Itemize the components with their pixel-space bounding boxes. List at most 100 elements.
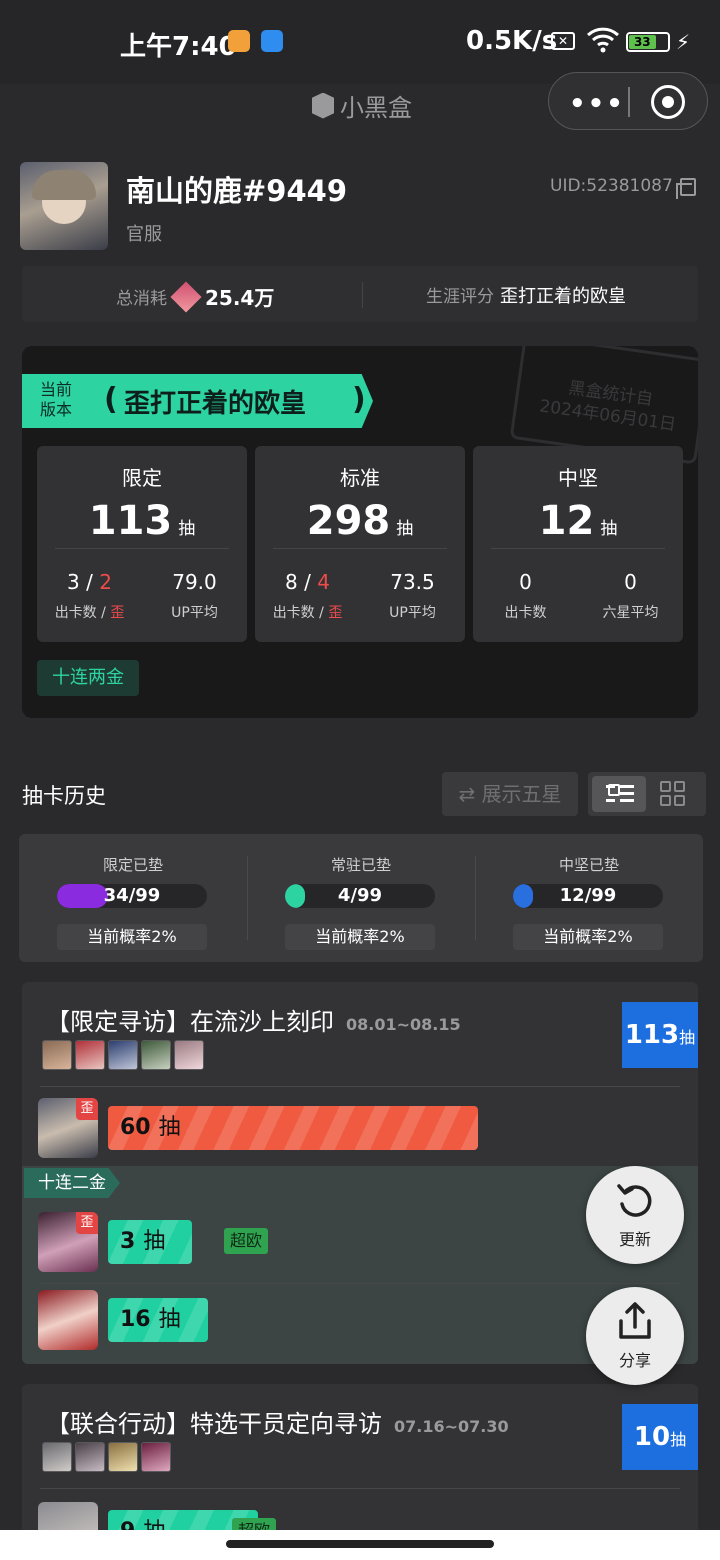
pity-rate: 当前概率2%: [285, 924, 435, 950]
share-label: 分享: [618, 1351, 651, 1370]
banner-name: 【限定寻访】在流沙上刻印: [46, 1008, 334, 1036]
up-average-label: UP平均: [389, 605, 436, 621]
pull-unit: 抽: [158, 1307, 181, 1332]
operator-icon[interactable]: [141, 1040, 171, 1070]
total-spend-value: 25.4万: [205, 286, 275, 310]
cards-count: 8: [285, 570, 298, 594]
pull-unit: 抽: [679, 1028, 696, 1047]
view-toggle: [588, 772, 706, 816]
banner-total-value: 113: [624, 1020, 680, 1050]
pity-value: 12/99: [559, 885, 617, 906]
more-icon[interactable]: •••: [569, 89, 625, 119]
charging-icon: ⚡: [676, 30, 691, 54]
pull-unit: 抽: [178, 519, 196, 539]
operator-icon[interactable]: [42, 1040, 72, 1070]
version-tag: 当前 版本: [22, 374, 90, 428]
summary-bar: 总消耗 25.4万 生涯评分 歪打正着的欧皇: [22, 266, 698, 322]
pull-count-bar: 60 抽: [108, 1106, 478, 1150]
operator-icon[interactable]: [174, 1040, 204, 1070]
operator-icon[interactable]: [108, 1040, 138, 1070]
orundum-icon: [170, 280, 202, 313]
close-miniprogram-icon[interactable]: [651, 85, 685, 119]
banner-name: 【联合行动】特选干员定向寻访: [46, 1410, 382, 1438]
pity-progress: 4/99: [285, 884, 435, 908]
sim-off-icon: ✕: [551, 32, 575, 50]
share-icon: [619, 1302, 651, 1339]
cards-label-text: 出卡数: [54, 605, 97, 621]
operator-avatar: [38, 1290, 98, 1350]
pool-name: 限定: [122, 466, 162, 490]
operator-icon[interactable]: [42, 1442, 72, 1472]
operator-icon[interactable]: [75, 1442, 105, 1472]
show-five-star-button[interactable]: ⇄ 展示五星: [442, 772, 578, 816]
achievement-badge: 十连两金: [37, 660, 139, 696]
banner-title: 【联合行动】特选干员定向寻访 07.16~07.30: [46, 1404, 509, 1439]
cards-label: 出卡数 / 歪: [54, 605, 125, 621]
pity-name: 限定已垫: [102, 856, 163, 874]
pool-count-value: 298: [306, 498, 391, 544]
pull-unit: 抽: [600, 519, 618, 539]
operator-icon[interactable]: [75, 1040, 105, 1070]
divider: [55, 548, 229, 549]
battery-icon: 33: [626, 32, 670, 52]
refresh-button[interactable]: 更新: [586, 1166, 684, 1264]
pull-count: 60: [120, 1115, 151, 1140]
show-five-star-label: 展示五星: [481, 782, 562, 806]
pull-count-bar: 16 抽: [108, 1298, 208, 1342]
mini-program-capsule: •••: [548, 72, 708, 130]
uid-text: UID:52381087: [550, 176, 673, 196]
operator-icon[interactable]: [108, 1442, 138, 1472]
version-stats-card: 黑盒统计自 2024年06月01日 当前 版本 歪打正着的欧皇 限定 113抽 …: [22, 346, 698, 718]
pull-unit: 抽: [143, 1229, 166, 1254]
total-spend: 总消耗 25.4万: [116, 280, 275, 313]
total-spend-label: 总消耗: [116, 289, 167, 309]
operator-icon[interactable]: [141, 1442, 171, 1472]
off-banner-badge: 歪: [76, 1098, 98, 1120]
capsule-divider: [628, 87, 630, 117]
network-speed: 0.5K/s: [466, 26, 558, 56]
pool-card-core[interactable]: 中坚 12 抽 0 0 出卡数 六星平均: [473, 446, 683, 642]
pool-card-standard[interactable]: 标准 298 抽 8 / 4 73.5 出卡数 / 歪 UP平均: [255, 446, 465, 642]
banner-total: 10抽: [622, 1404, 698, 1470]
six-star-average-label: 六星平均: [602, 605, 659, 621]
home-indicator[interactable]: [226, 1540, 494, 1548]
grid-view-icon[interactable]: [660, 781, 686, 807]
cards-label: 出卡数: [504, 605, 547, 621]
divider: [273, 548, 447, 549]
career-score: 生涯评分 歪打正着的欧皇: [426, 282, 626, 308]
share-button[interactable]: 分享: [586, 1287, 684, 1385]
pull-unit: 抽: [670, 1430, 687, 1449]
pool-card-limited[interactable]: 限定 113 抽 3 / 2 79.0 出卡数 / 歪 UP平均: [37, 446, 247, 642]
list-view-icon[interactable]: [592, 776, 646, 812]
divider: [491, 548, 665, 549]
pool-count: 12 抽: [473, 498, 683, 544]
pool-count: 298 抽: [255, 498, 465, 544]
operator-icons: [42, 1040, 204, 1070]
pool-count-value: 12: [538, 498, 595, 544]
banner-total: 113抽: [622, 1002, 698, 1068]
up-average-label: UP平均: [171, 605, 218, 621]
username: 南山的鹿#9449: [126, 174, 348, 208]
pull-count: 16: [120, 1307, 151, 1332]
banner-card-joint-operation[interactable]: 【联合行动】特选干员定向寻访07.16~07.30 10抽 9抽 超欧: [22, 1384, 698, 1544]
pity-rate: 当前概率2%: [57, 924, 207, 950]
up-average: 73.5: [390, 570, 435, 594]
cards-label-text: 出卡数: [272, 605, 315, 621]
pity-rate: 当前概率2%: [513, 924, 663, 950]
banner-date: 08.01~08.15: [346, 1015, 461, 1034]
pity-value: 4/99: [337, 885, 383, 906]
message-notification-icon: [261, 30, 283, 52]
refresh-label: 更新: [618, 1230, 651, 1249]
operator-icons: [42, 1442, 171, 1472]
refresh-icon: [617, 1184, 652, 1217]
divider: [40, 1488, 680, 1489]
pity-panel: 限定已垫 34/99 当前概率2% 常驻已垫 4/99 当前概率2% 中坚已垫 …: [19, 834, 703, 962]
version-title: 歪打正着的欧皇: [90, 374, 373, 428]
pull-count: 3: [120, 1229, 136, 1254]
pool-name: 中坚: [558, 466, 598, 490]
six-star-average: 0: [624, 570, 637, 594]
copy-icon[interactable]: [676, 178, 696, 199]
pull-row[interactable]: 歪 60 抽: [36, 1088, 682, 1168]
avatar[interactable]: [20, 162, 108, 250]
six-star-count: 3 / 2: [67, 570, 112, 594]
